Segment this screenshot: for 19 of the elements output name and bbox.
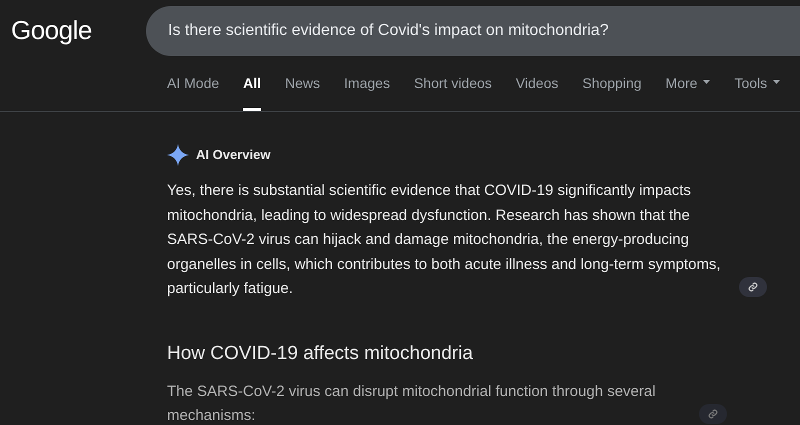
section-heading: How COVID-19 affects mitochondria xyxy=(167,342,474,366)
search-tab[interactable]: All xyxy=(243,71,262,111)
overview-title: AI Overview xyxy=(196,146,270,164)
section-intro: The SARS-CoV-2 virus can disrupt mitochondrial function through several mechanisms: xyxy=(167,382,657,425)
search-tab[interactable]: AI Mode xyxy=(167,71,220,111)
search-tab[interactable]: Tools xyxy=(734,71,780,111)
search-tab[interactable]: News xyxy=(285,71,320,111)
search-tab[interactable]: Short videos xyxy=(414,71,492,111)
link-button[interactable] xyxy=(739,277,767,298)
link-icon xyxy=(708,408,718,419)
search-tab[interactable]: More xyxy=(666,71,710,111)
search-tab[interactable]: Shopping xyxy=(582,71,642,111)
sparkle-icon xyxy=(167,144,189,166)
overview-summary: Yes, there is substantial scientific evidence that COVID-19 significantly impacts mitochondria, leading to widespread dysfunction. Research has shown that the SARS-CoV-2 virus can hijack and damage mitochondria, the energy-producing organelles in cells, which contributes to both acute illness and long-term symptoms, particularly fatigue. xyxy=(167,181,722,299)
search-field[interactable]: Is there scientific evidence of Covid's impact on mitochondria? xyxy=(146,6,800,56)
link-icon xyxy=(748,282,758,292)
google-logo[interactable]: Google xyxy=(11,15,92,45)
search-tab[interactable]: Images xyxy=(344,71,390,111)
search-tab[interactable]: Videos xyxy=(516,71,558,111)
